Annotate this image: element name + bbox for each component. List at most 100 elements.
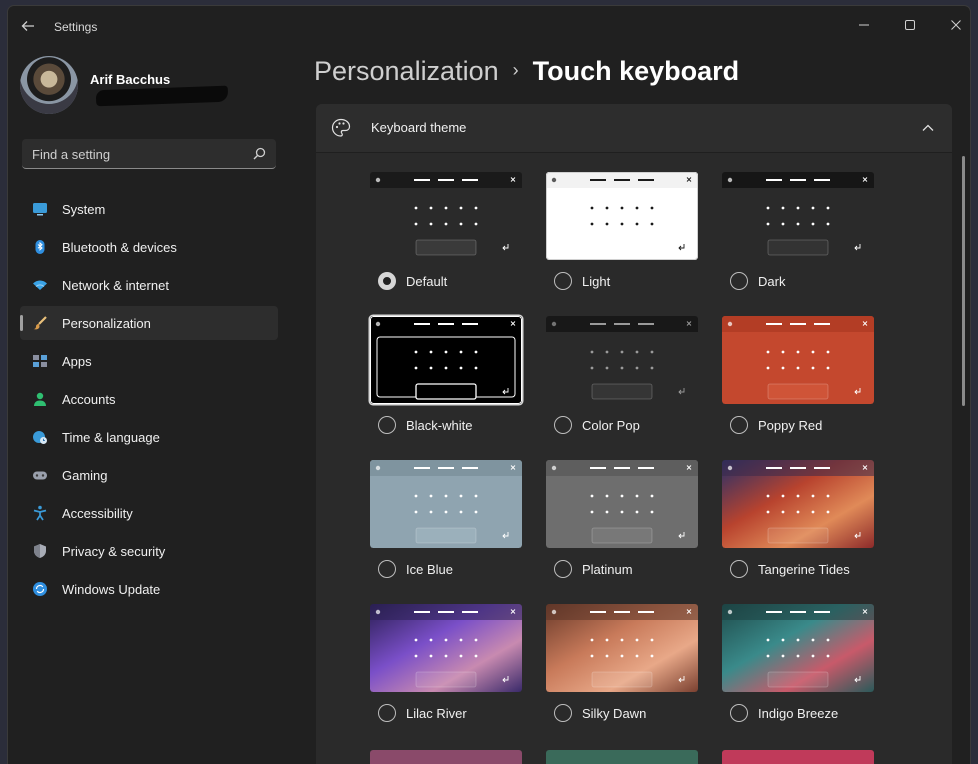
theme-radio[interactable]: [554, 272, 572, 290]
sidebar-item-gaming[interactable]: Gaming: [20, 458, 278, 492]
theme-radio[interactable]: [730, 272, 748, 290]
sidebar-item-windows-update[interactable]: Windows Update: [20, 572, 278, 606]
sidebar-item-bluetooth[interactable]: Bluetooth & devices: [20, 230, 278, 264]
theme-preview[interactable]: [370, 460, 522, 548]
maximize-button[interactable]: [890, 10, 930, 38]
theme-radio[interactable]: [378, 704, 396, 722]
minimize-icon: [859, 24, 869, 26]
panel-title: Keyboard theme: [371, 120, 467, 135]
sidebar-item-accessibility[interactable]: Accessibility: [20, 496, 278, 530]
theme-preview[interactable]: [546, 172, 698, 260]
monitor-icon: [33, 203, 47, 216]
theme-radio[interactable]: [378, 272, 396, 290]
sidebar-nav: System Bluetooth & devices Network & int…: [20, 192, 278, 610]
sidebar-item-label: Time & language: [62, 430, 160, 445]
keyboard-preview-icon: [722, 172, 874, 260]
theme-option-poppy-red[interactable]: Poppy Red: [722, 316, 876, 456]
sidebar-item-label: Bluetooth & devices: [62, 240, 177, 255]
back-button[interactable]: [20, 18, 36, 34]
theme-preview[interactable]: [546, 316, 698, 404]
theme-option-light[interactable]: Light: [546, 172, 700, 312]
title-bar: Settings: [8, 6, 970, 46]
sidebar-item-label: Network & internet: [62, 278, 169, 293]
theme-option-dark[interactable]: Dark: [722, 172, 876, 312]
theme-preview[interactable]: [370, 172, 522, 260]
theme-preview[interactable]: [370, 604, 522, 692]
sidebar-item-system[interactable]: System: [20, 192, 278, 226]
theme-label: Platinum: [582, 562, 633, 577]
breadcrumb-parent[interactable]: Personalization: [314, 56, 499, 86]
shield-icon: [34, 544, 46, 558]
gamepad-icon: [33, 471, 47, 480]
person-icon: [34, 392, 46, 406]
sidebar-item-label: Gaming: [62, 468, 108, 483]
sidebar-item-label: System: [62, 202, 106, 217]
accessibility-icon: [33, 505, 47, 521]
sidebar-item-label: Windows Update: [62, 582, 161, 597]
update-icon: [33, 582, 47, 596]
sidebar-item-apps[interactable]: Apps: [20, 344, 278, 378]
selection-indicator: [20, 315, 23, 331]
sidebar-item-personalization[interactable]: Personalization: [20, 306, 278, 340]
theme-radio[interactable]: [554, 416, 572, 434]
theme-option-default[interactable]: Default: [370, 172, 524, 312]
theme-option-color-pop[interactable]: Color Pop: [546, 316, 700, 456]
scrollbar-thumb[interactable]: [962, 156, 965, 406]
keyboard-theme-header[interactable]: Keyboard theme: [316, 104, 952, 152]
theme-option-tangerine-tides[interactable]: Tangerine Tides: [722, 460, 876, 600]
wifi-icon: [33, 280, 47, 290]
theme-label: Indigo Breeze: [758, 706, 839, 721]
theme-preview[interactable]: [546, 604, 698, 692]
sidebar-item-accounts[interactable]: Accounts: [20, 382, 278, 416]
theme-option-indigo-breeze[interactable]: Indigo Breeze: [722, 604, 876, 744]
theme-preview[interactable]: [546, 460, 698, 548]
user-profile[interactable]: Arif Bacchus: [20, 56, 300, 118]
app-title: Settings: [54, 20, 98, 34]
theme-option-ice-blue[interactable]: Ice Blue: [370, 460, 524, 600]
search-input[interactable]: [22, 139, 242, 169]
sidebar-item-time-language[interactable]: Time & language: [20, 420, 278, 454]
theme-option-black-white[interactable]: Black-white: [370, 316, 524, 456]
theme-preview[interactable]: [722, 460, 874, 548]
theme-option-silky-dawn[interactable]: Silky Dawn: [546, 604, 700, 744]
theme-label: Tangerine Tides: [758, 562, 850, 577]
chevron-up-icon[interactable]: [916, 116, 940, 140]
minimize-button[interactable]: [844, 10, 884, 38]
bluetooth-icon: [35, 240, 45, 254]
theme-option-lilac-river[interactable]: Lilac River: [370, 604, 524, 744]
theme-radio[interactable]: [378, 560, 396, 578]
sidebar-item-network[interactable]: Network & internet: [20, 268, 278, 302]
theme-option-platinum[interactable]: Platinum: [546, 460, 700, 600]
avatar: [20, 56, 78, 114]
keyboard-preview-icon: [722, 460, 874, 548]
close-button[interactable]: [936, 10, 970, 38]
redacted-email: [95, 85, 229, 107]
theme-preview[interactable]: [370, 316, 522, 404]
keyboard-preview-icon: [370, 316, 522, 404]
theme-radio[interactable]: [730, 416, 748, 434]
theme-radio[interactable]: [554, 560, 572, 578]
palette-icon: [331, 118, 351, 137]
page-title: Touch keyboard: [532, 56, 740, 86]
theme-radio[interactable]: [730, 560, 748, 578]
theme-label: Black-white: [406, 418, 473, 433]
theme-radio[interactable]: [730, 704, 748, 722]
keyboard-preview-icon: [546, 460, 698, 548]
theme-label: Color Pop: [582, 418, 640, 433]
theme-label: Ice Blue: [406, 562, 453, 577]
theme-label: Silky Dawn: [582, 706, 647, 721]
breadcrumb: Personalization › Touch keyboard: [314, 56, 739, 96]
theme-preview[interactable]: [722, 316, 874, 404]
theme-preview[interactable]: [722, 172, 874, 260]
globe-clock-icon: [33, 431, 47, 444]
keyboard-preview-icon: [546, 172, 698, 260]
sidebar-item-privacy-security[interactable]: Privacy & security: [20, 534, 278, 568]
theme-preview[interactable]: [722, 604, 874, 692]
search-icon[interactable]: [250, 145, 268, 163]
theme-radio[interactable]: [378, 416, 396, 434]
theme-radio[interactable]: [554, 704, 572, 722]
breadcrumb-separator: ›: [512, 60, 519, 80]
sidebar-item-label: Apps: [62, 354, 92, 369]
keyboard-preview-icon: [370, 460, 522, 548]
keyboard-preview-icon: [546, 316, 698, 404]
